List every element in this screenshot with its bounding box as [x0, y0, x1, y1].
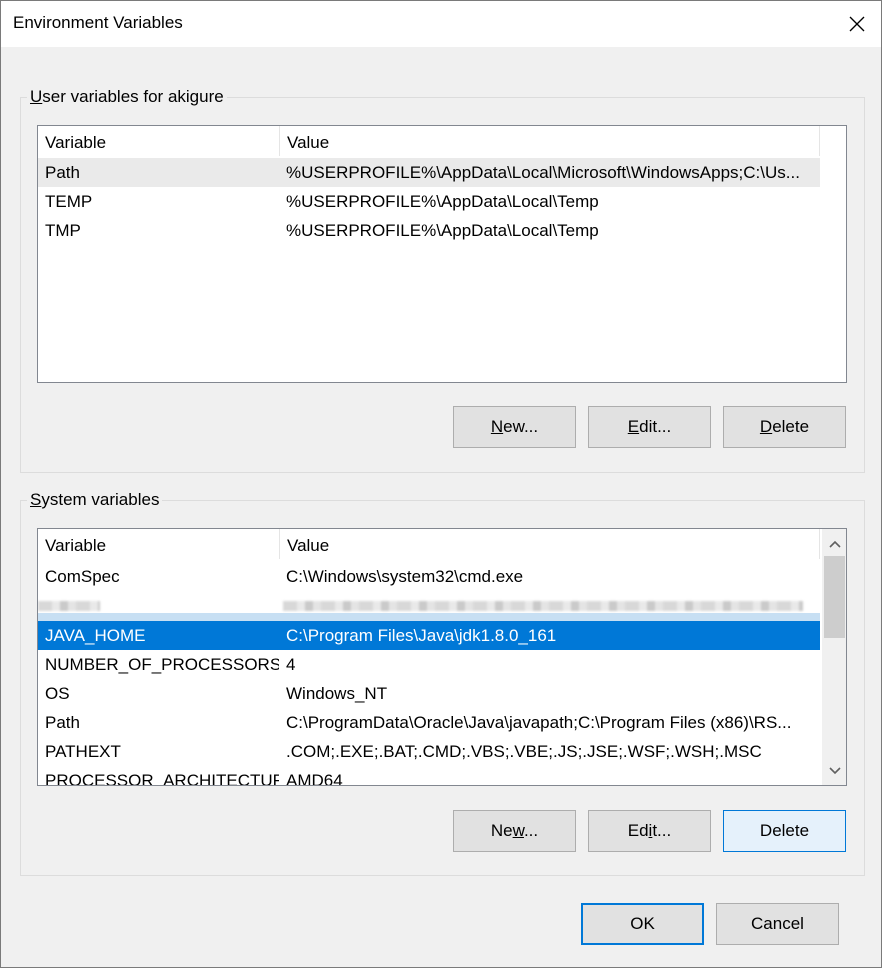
list-header: Variable Value — [38, 126, 846, 156]
scrollbar-thumb[interactable] — [824, 556, 845, 638]
scroll-up-icon[interactable] — [822, 531, 846, 556]
system-delete-button[interactable]: Delete — [723, 810, 846, 852]
variable-cell: JAVA_HOME — [45, 626, 146, 645]
table-row-selected[interactable]: JAVA_HOME C:\Program Files\Java\jdk1.8.0… — [38, 621, 820, 650]
variable-cell: TMP — [45, 221, 81, 240]
user-variables-group: User variables for akigure Variable Valu… — [20, 86, 865, 473]
value-cell: AMD64 — [286, 771, 343, 786]
variable-cell: Path — [45, 713, 80, 732]
user-variables-list[interactable]: Variable Value Path %USERPROFILE%\AppDat… — [37, 125, 847, 383]
cancel-button[interactable]: Cancel — [716, 903, 839, 945]
column-header-value[interactable]: Value — [280, 126, 820, 156]
value-cell: C:\Program Files\Java\jdk1.8.0_161 — [286, 626, 557, 645]
value-cell: C:\ProgramData\Oracle\Java\javapath;C:\P… — [286, 713, 792, 732]
value-cell: %USERPROFILE%\AppData\Local\Microsoft\Wi… — [286, 163, 800, 182]
user-delete-button[interactable]: Delete — [723, 406, 846, 448]
title-bar: Environment Variables — [1, 1, 881, 47]
user-variables-legend: User variables for akigure — [27, 86, 227, 108]
value-cell: %USERPROFILE%\AppData\Local\Temp — [286, 192, 599, 211]
table-row[interactable]: TMP %USERPROFILE%\AppData\Local\Temp — [38, 216, 820, 245]
variable-cell: OS — [45, 684, 70, 703]
system-variables-list[interactable]: Variable Value ComSpec C:\Windows\system… — [37, 528, 847, 786]
table-row[interactable]: Path C:\ProgramData\Oracle\Java\javapath… — [38, 708, 820, 737]
system-edit-button[interactable]: Edit... — [588, 810, 711, 852]
table-row[interactable]: PROCESSOR_ARCHITECTURE AMD64 — [38, 766, 820, 786]
variable-cell: Path — [45, 163, 80, 182]
variable-cell: PATHEXT — [45, 742, 121, 761]
variable-cell: ComSpec — [45, 567, 120, 586]
value-cell: %USERPROFILE%\AppData\Local\Temp — [286, 221, 599, 240]
table-row[interactable]: NUMBER_OF_PROCESSORS 4 — [38, 650, 820, 679]
system-new-button[interactable]: New... — [453, 810, 576, 852]
value-cell: 4 — [286, 655, 296, 674]
system-variables-legend: System variables — [27, 489, 163, 511]
scroll-down-icon[interactable] — [822, 758, 846, 783]
table-row[interactable]: TEMP %USERPROFILE%\AppData\Local\Temp — [38, 187, 820, 216]
list-header: Variable Value — [38, 529, 846, 559]
window-title: Environment Variables — [13, 13, 183, 32]
table-row[interactable]: ComSpec C:\Windows\system32\cmd.exe — [38, 562, 820, 591]
vertical-scrollbar[interactable] — [821, 529, 846, 785]
value-cell: Windows_NT — [286, 684, 388, 703]
system-variables-group: System variables Variable Value ComSpec … — [20, 489, 865, 876]
environment-variables-dialog: Environment Variables User variables for… — [0, 0, 882, 968]
value-cell: .COM;.EXE;.BAT;.CMD;.VBS;.VBE;.JS;.JSE;.… — [286, 742, 762, 761]
variable-cell: PROCESSOR_ARCHITECTURE — [45, 771, 279, 786]
column-header-variable[interactable]: Variable — [38, 126, 280, 156]
table-row[interactable]: Path %USERPROFILE%\AppData\Local\Microso… — [38, 158, 820, 187]
column-header-value[interactable]: Value — [280, 529, 820, 559]
user-edit-button[interactable]: Edit... — [588, 406, 711, 448]
close-icon[interactable] — [833, 1, 881, 47]
variable-cell: NUMBER_OF_PROCESSORS — [45, 655, 279, 674]
column-header-variable[interactable]: Variable — [38, 529, 280, 559]
table-row[interactable]: PATHEXT .COM;.EXE;.BAT;.CMD;.VBS;.VBE;.J… — [38, 737, 820, 766]
value-cell: C:\Windows\system32\cmd.exe — [286, 567, 524, 586]
ok-button[interactable]: OK — [581, 903, 704, 945]
user-new-button[interactable]: New... — [453, 406, 576, 448]
table-row[interactable]: OS Windows_NT — [38, 679, 820, 708]
variable-cell: TEMP — [45, 192, 93, 211]
